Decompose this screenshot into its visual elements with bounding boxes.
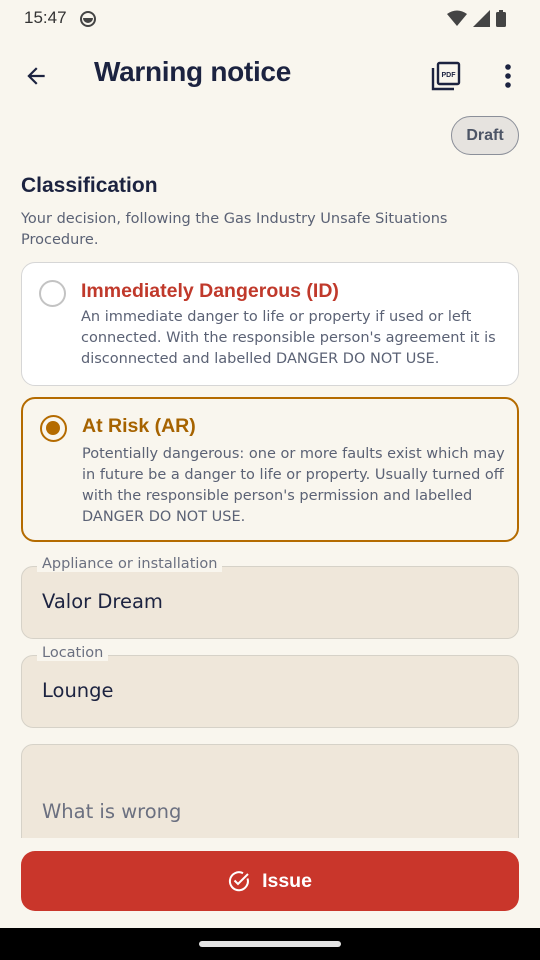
issue-button-label: Issue xyxy=(262,869,312,892)
classification-title: Classification xyxy=(21,174,158,197)
location-field-label: Location xyxy=(37,645,109,661)
option-at-risk[interactable]: At Risk (AR) Potentially dangerous: one … xyxy=(21,397,519,542)
option-title: Immediately Dangerous (ID) xyxy=(81,280,339,302)
radio-immediately-dangerous[interactable] xyxy=(39,280,66,307)
battery-icon xyxy=(496,10,506,27)
what-is-wrong-placeholder: What is wrong xyxy=(42,800,182,823)
check-circle-icon xyxy=(229,871,249,892)
appliance-field-label: Appliance or installation xyxy=(37,556,223,572)
issue-button[interactable]: Issue xyxy=(21,851,519,911)
arrow-back-icon xyxy=(27,67,45,85)
system-nav-bar xyxy=(0,928,540,960)
status-time: 15:47 xyxy=(24,8,67,27)
warning-notice-screen: 15:47 Warning notice PDF Draft Classific… xyxy=(0,0,540,960)
status-bar: 15:47 xyxy=(0,0,540,38)
signal-icon xyxy=(473,10,490,27)
option-immediately-dangerous[interactable]: Immediately Dangerous (ID) An immediate … xyxy=(21,262,519,386)
wifi-icon xyxy=(447,10,467,26)
home-indicator[interactable] xyxy=(199,941,341,947)
option-title: At Risk (AR) xyxy=(82,415,196,437)
status-icons xyxy=(447,10,506,27)
option-description: An immediate danger to life or property … xyxy=(81,309,496,367)
pdf-icon: PDF xyxy=(431,61,461,91)
radio-at-risk[interactable] xyxy=(40,415,67,442)
classification-description: Your decision, following the Gas Industr… xyxy=(21,211,448,248)
draft-status-chip: Draft xyxy=(451,116,519,155)
location-field[interactable]: Location Lounge xyxy=(21,645,519,728)
more-options-button[interactable] xyxy=(486,54,530,98)
pdf-button[interactable]: PDF xyxy=(424,54,468,98)
top-app-bar: Warning notice PDF xyxy=(0,38,540,110)
option-description: Potentially dangerous: one or more fault… xyxy=(82,446,505,525)
location-field-value: Lounge xyxy=(42,679,114,702)
appliance-field[interactable]: Appliance or installation Valor Dream xyxy=(21,556,519,639)
app-notification-icon xyxy=(80,11,96,27)
svg-text:PDF: PDF xyxy=(442,72,457,79)
bottom-action-area: Issue xyxy=(0,838,540,928)
more-vert-icon xyxy=(505,64,511,88)
appliance-field-value: Valor Dream xyxy=(42,590,163,613)
back-button[interactable] xyxy=(14,54,58,98)
page-title: Warning notice xyxy=(94,56,291,87)
